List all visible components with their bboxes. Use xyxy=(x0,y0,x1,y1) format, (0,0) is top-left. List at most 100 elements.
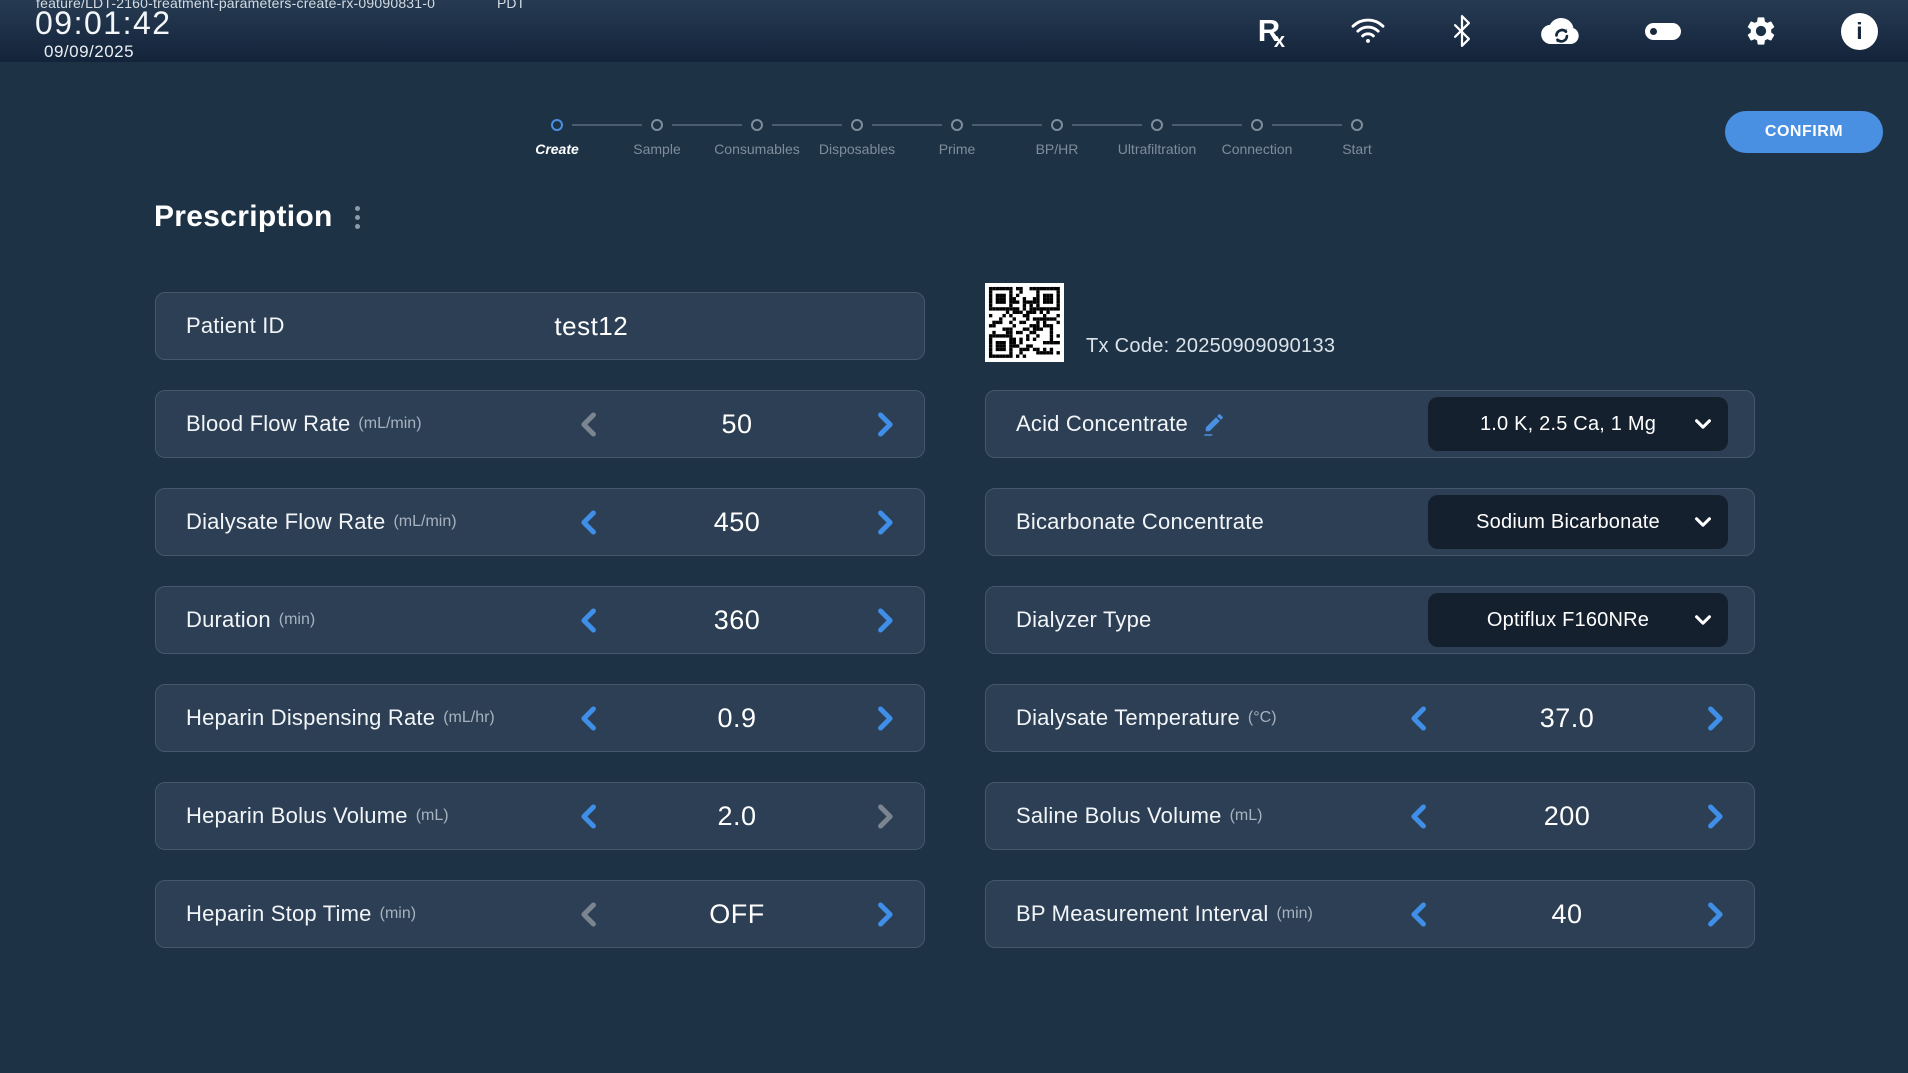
field-value[interactable]: 360 xyxy=(603,605,871,636)
bp-measurement-interval-field: BP Measurement Interval (min) 40 xyxy=(985,880,1755,948)
decrement-chevron-icon[interactable] xyxy=(576,509,603,536)
decrement-chevron-icon[interactable] xyxy=(576,411,603,438)
patient-id-field[interactable]: Patient ID test12 xyxy=(155,292,925,360)
field-label: Dialyzer Type xyxy=(1016,607,1151,633)
chevron-down-icon xyxy=(1692,511,1714,533)
step-circle xyxy=(1351,119,1363,131)
decrement-chevron-icon[interactable] xyxy=(576,803,603,830)
field-label: Bicarbonate Concentrate xyxy=(1016,509,1264,535)
field-value[interactable]: 450 xyxy=(603,507,871,538)
field-label: Blood Flow Rate xyxy=(186,411,350,437)
step-circle xyxy=(751,119,763,131)
tx-code-label: Tx Code: 20250909090133 xyxy=(1086,335,1335,358)
field-label: Dialysate Flow Rate xyxy=(186,509,385,535)
decrement-chevron-icon[interactable] xyxy=(576,901,603,928)
field-label: Heparin Bolus Volume xyxy=(186,803,408,829)
increment-chevron-icon[interactable] xyxy=(871,607,898,634)
qr-code xyxy=(985,283,1064,362)
field-unit: (°C) xyxy=(1248,709,1277,727)
wifi-icon xyxy=(1350,16,1386,46)
confirm-button[interactable]: CONFIRM xyxy=(1725,111,1883,153)
increment-chevron-icon[interactable] xyxy=(871,705,898,732)
chevron-down-icon xyxy=(1692,413,1714,435)
increment-chevron-icon[interactable] xyxy=(1701,803,1728,830)
rx-icon: Rx xyxy=(1251,11,1287,51)
step-circle xyxy=(1151,119,1163,131)
time-label: 09:01:42 xyxy=(35,7,172,39)
bluetooth-icon xyxy=(1449,14,1475,48)
bicarbonate-concentrate-field: Bicarbonate Concentrate Sodium Bicarbona… xyxy=(985,488,1755,556)
increment-chevron-icon[interactable] xyxy=(1701,901,1728,928)
decrement-chevron-icon[interactable] xyxy=(1406,803,1433,830)
info-icon[interactable]: i xyxy=(1841,13,1878,50)
field-label: Patient ID xyxy=(186,313,285,339)
acid-concentrate-select[interactable]: 1.0 K, 2.5 Ca, 1 Mg xyxy=(1428,397,1728,451)
dialysate-flow-rate-field: Dialysate Flow Rate (mL/min) 450 xyxy=(155,488,925,556)
field-label: Heparin Stop Time xyxy=(186,901,372,927)
heparin-dispensing-rate-field: Heparin Dispensing Rate (mL/hr) 0.9 xyxy=(155,684,925,752)
step-circle xyxy=(1051,119,1063,131)
patient-id-value[interactable]: test12 xyxy=(285,311,898,342)
field-value[interactable]: 37.0 xyxy=(1433,703,1701,734)
dialyzer-type-select[interactable]: Optiflux F160NRe xyxy=(1428,593,1728,647)
saline-bolus-volume-field: Saline Bolus Volume (mL) 200 xyxy=(985,782,1755,850)
step-start[interactable]: Start xyxy=(1307,119,1407,157)
field-unit: (min) xyxy=(1276,905,1312,923)
chevron-down-icon xyxy=(1692,609,1714,631)
heparin-stop-time-field: Heparin Stop Time (min) OFF xyxy=(155,880,925,948)
increment-chevron-icon[interactable] xyxy=(871,901,898,928)
decrement-chevron-icon[interactable] xyxy=(1406,901,1433,928)
increment-chevron-icon[interactable] xyxy=(871,411,898,438)
settings-gear-icon[interactable] xyxy=(1744,14,1778,48)
cloud-sync-icon xyxy=(1538,15,1582,47)
bicarbonate-concentrate-select[interactable]: Sodium Bicarbonate xyxy=(1428,495,1728,549)
select-value: 1.0 K, 2.5 Ca, 1 Mg xyxy=(1444,413,1692,436)
field-label: Acid Concentrate xyxy=(1016,411,1188,437)
field-value[interactable]: 2.0 xyxy=(603,801,871,832)
usb-drive-icon xyxy=(1645,23,1681,40)
dialyzer-type-field: Dialyzer Type Optiflux F160NRe xyxy=(985,586,1755,654)
blood-flow-rate-field: Blood Flow Rate (mL/min) 50 xyxy=(155,390,925,458)
step-circle xyxy=(951,119,963,131)
field-unit: (mL) xyxy=(1230,807,1263,825)
select-value: Sodium Bicarbonate xyxy=(1444,511,1692,534)
step-circle xyxy=(851,119,863,131)
edit-pencil-icon[interactable] xyxy=(1202,411,1226,437)
prescription-right-column: Tx Code: 20250909090133 Acid Concentrate… xyxy=(985,283,1755,978)
status-icon-tray: Rx xyxy=(1251,0,1878,62)
prescription-menu-button[interactable] xyxy=(351,202,364,233)
step-circle xyxy=(1251,119,1263,131)
dialysate-temperature-field: Dialysate Temperature (°C) 37.0 xyxy=(985,684,1755,752)
decrement-chevron-icon[interactable] xyxy=(576,607,603,634)
field-label: Dialysate Temperature xyxy=(1016,705,1240,731)
heparin-bolus-volume-field: Heparin Bolus Volume (mL) 2.0 xyxy=(155,782,925,850)
field-unit: (mL/min) xyxy=(393,513,456,531)
step-circle xyxy=(651,119,663,131)
timezone-label: PDT xyxy=(497,0,525,11)
increment-chevron-icon[interactable] xyxy=(1701,705,1728,732)
field-value[interactable]: 50 xyxy=(603,409,871,440)
field-value[interactable]: 0.9 xyxy=(603,703,871,734)
decrement-chevron-icon[interactable] xyxy=(1406,705,1433,732)
select-value: Optiflux F160NRe xyxy=(1444,609,1692,632)
field-label: Heparin Dispensing Rate xyxy=(186,705,435,731)
field-unit: (min) xyxy=(279,611,315,629)
top-status-bar: feature/LDT-2160-treatment-parameters-cr… xyxy=(0,0,1908,62)
duration-field: Duration (min) 360 xyxy=(155,586,925,654)
field-value[interactable]: 200 xyxy=(1433,801,1701,832)
field-unit: (min) xyxy=(380,905,416,923)
date-label: 09/09/2025 xyxy=(35,43,172,60)
decrement-chevron-icon[interactable] xyxy=(576,705,603,732)
field-value[interactable]: 40 xyxy=(1433,899,1701,930)
increment-chevron-icon[interactable] xyxy=(871,803,898,830)
field-unit: (mL/hr) xyxy=(443,709,495,727)
clock: 09:01:42 09/09/2025 xyxy=(35,7,172,60)
field-label: BP Measurement Interval xyxy=(1016,901,1268,927)
field-label: Saline Bolus Volume xyxy=(1016,803,1222,829)
page-title: Prescription xyxy=(154,200,333,234)
field-label: Duration xyxy=(186,607,271,633)
treatment-parameters-page: feature/LDT-2160-treatment-parameters-cr… xyxy=(0,0,1908,1073)
field-value[interactable]: OFF xyxy=(603,899,871,930)
prescription-left-column: Patient ID test12 Blood Flow Rate (mL/mi… xyxy=(155,292,925,978)
increment-chevron-icon[interactable] xyxy=(871,509,898,536)
